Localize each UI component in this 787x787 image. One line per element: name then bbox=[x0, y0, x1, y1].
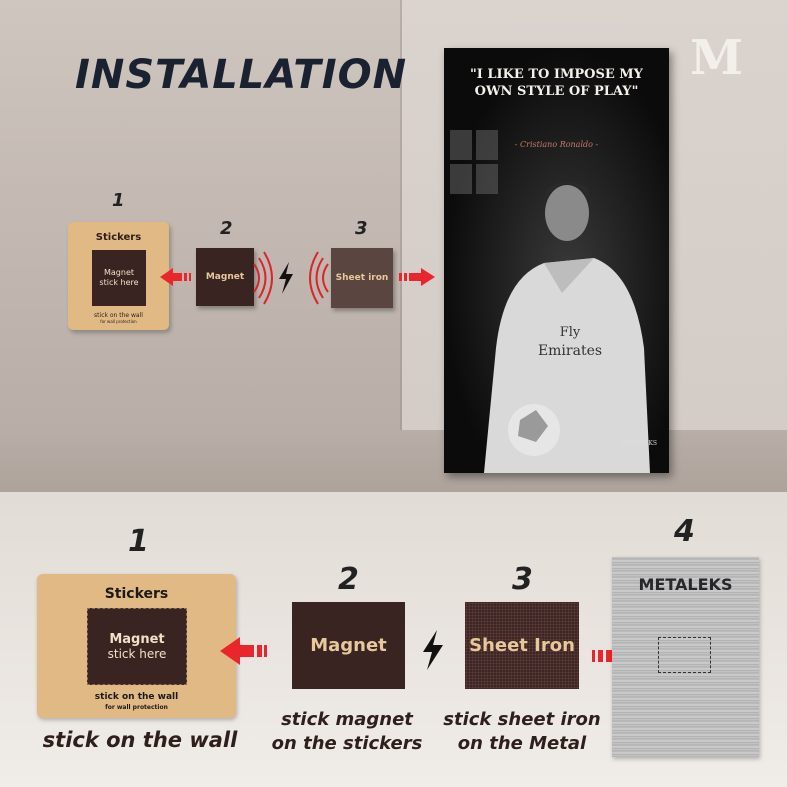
poster: "I LIKE TO IMPOSE MY OWN STYLE OF PLAY" … bbox=[444, 48, 669, 473]
arrow-left-icon bbox=[220, 637, 267, 665]
scene-sheet-iron-block: Sheet iron bbox=[331, 248, 393, 308]
poster-jersey-text: Fly Emirates bbox=[530, 324, 610, 360]
step-3-number: 3 bbox=[512, 562, 533, 597]
lightning-icon bbox=[279, 262, 293, 294]
caption-magnet-line1: stick magnet bbox=[281, 709, 413, 730]
step-4-number: 4 bbox=[674, 514, 695, 549]
page-title: INSTALLATION bbox=[75, 52, 408, 98]
caption-magnet: stick magnet on the stickers bbox=[262, 708, 432, 756]
brand-logo: M bbox=[690, 30, 744, 86]
step-1-number: 1 bbox=[128, 524, 149, 559]
sticker-heading: Stickers bbox=[104, 586, 169, 602]
scene-magnet-block: Magnet bbox=[196, 248, 254, 306]
arrow-left-icon bbox=[160, 268, 191, 286]
scene-step-3: 3 bbox=[355, 218, 368, 239]
magnetic-field-right-icon bbox=[253, 251, 273, 305]
sticker-box-line1: Magnet bbox=[109, 631, 165, 647]
sticker-card: Stickers Magnet stick here stick on the … bbox=[37, 574, 236, 718]
scene-sticker-box-line1: Magnet bbox=[103, 268, 134, 277]
sticker-footer2: for wall protection bbox=[105, 704, 168, 711]
magnet-block: Magnet bbox=[292, 602, 405, 689]
step-2-number: 2 bbox=[338, 562, 359, 597]
poster-photo bbox=[444, 48, 669, 473]
metal-plate: METALEKS bbox=[612, 557, 759, 757]
poster-quote-line2: OWN STYLE OF PLAY" bbox=[474, 84, 639, 99]
lightning-icon bbox=[423, 630, 443, 670]
poster-brand: METALEKS bbox=[621, 440, 658, 447]
poster-quote-line1: "I LIKE TO IMPOSE MY bbox=[470, 67, 643, 82]
scene-step-1: 1 bbox=[112, 190, 125, 211]
sticker-magnet-area: Magnet stick here bbox=[87, 608, 187, 685]
scene-sticker-footer2: for wall protection bbox=[100, 319, 137, 324]
caption-iron-line2: on the Metal bbox=[457, 733, 587, 754]
scene-sticker-heading: Stickers bbox=[95, 232, 142, 243]
scene-sticker-footer: stick on the wall for wall protection bbox=[68, 312, 169, 324]
sticker-box-line2: stick here bbox=[107, 646, 167, 661]
poster-author: - Cristiano Ronaldo - bbox=[514, 140, 599, 149]
scene-step-2: 2 bbox=[220, 218, 233, 239]
caption-sticker: stick on the wall bbox=[42, 728, 238, 752]
poster-jersey-line2: Emirates bbox=[537, 343, 603, 359]
magnetic-field-left-icon bbox=[309, 251, 329, 305]
scene-sticker-footer1: stick on the wall bbox=[94, 312, 143, 319]
caption-magnet-line2: on the stickers bbox=[271, 733, 423, 754]
caption-iron: stick sheet iron on the Metal bbox=[432, 708, 612, 756]
scene-sticker-magnet-area: Magnet stick here bbox=[92, 250, 146, 306]
poster-jersey-line1: Fly bbox=[559, 325, 581, 340]
caption-iron-line1: stick sheet iron bbox=[443, 709, 601, 730]
mount-area-outline bbox=[658, 637, 711, 673]
poster-quote: "I LIKE TO IMPOSE MY OWN STYLE OF PLAY" bbox=[444, 66, 669, 100]
scene-sticker-card: Stickers Magnet stick here stick on the … bbox=[68, 222, 169, 330]
metal-label: METALEKS bbox=[638, 575, 733, 594]
sticker-footer1: stick on the wall bbox=[94, 692, 179, 702]
scene-sticker-box-line2: stick here bbox=[99, 278, 139, 287]
sheet-iron-block: Sheet Iron bbox=[465, 602, 579, 689]
arrow-right-icon bbox=[399, 268, 435, 286]
